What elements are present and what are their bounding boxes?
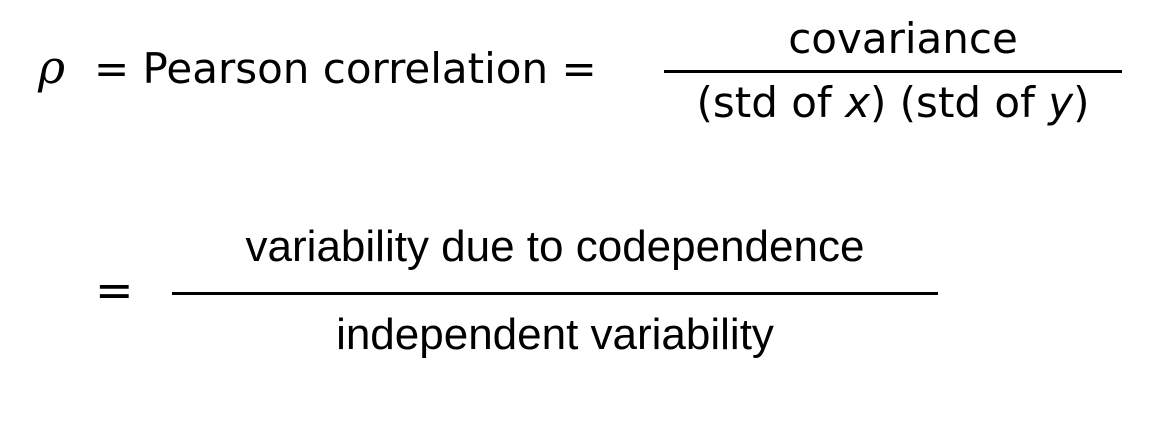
independent-denominator: independent variability [336,310,774,359]
var-y: y [1048,78,1074,127]
var-x: x [845,78,870,127]
codependence-numerator: variability due to codependence [245,222,865,271]
std-denominator: (std of x) (std of y) [664,78,1122,127]
covariance-fraction: covariance (std of x) (std of y) [664,10,1122,130]
covariance-numerator: covariance [788,14,1018,63]
std-text-3: ) [1073,78,1090,127]
fraction-bar-2 [172,292,938,295]
equals-sign-2: = [95,263,134,317]
fraction-bar-1 [664,70,1122,73]
rho-symbol: ρ [38,40,66,94]
pearson-correlation-label: = Pearson correlation = [94,44,597,93]
std-text-1: (std of [696,78,846,127]
variability-fraction: variability due to codependence independ… [172,218,938,368]
std-text-2: ) (std of [869,78,1049,127]
